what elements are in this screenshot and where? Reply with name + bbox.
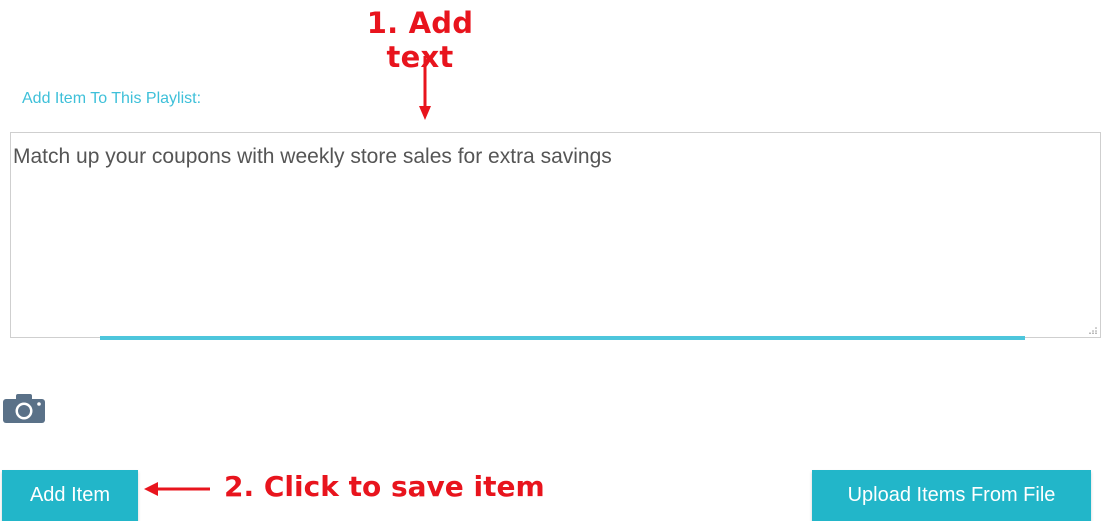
arrow-down-icon [419,56,431,120]
add-item-label: Add Item To This Playlist: [22,90,202,107]
textarea-value[interactable]: Match up your coupons with weekly store … [13,145,612,169]
item-textarea[interactable]: Match up your coupons with weekly store … [10,132,1101,338]
add-item-button[interactable]: Add Item [2,470,138,521]
arrow-left-icon [144,482,210,496]
camera-icon[interactable] [2,392,46,424]
annotation-step-2: 2. Click to save item [224,470,545,503]
upload-items-button[interactable]: Upload Items From File [812,470,1091,521]
page: 1. Add text Add Item To This Playlist: M… [0,0,1103,521]
resize-grip-icon[interactable] [1089,326,1097,334]
textarea-focus-underline [100,336,1025,340]
